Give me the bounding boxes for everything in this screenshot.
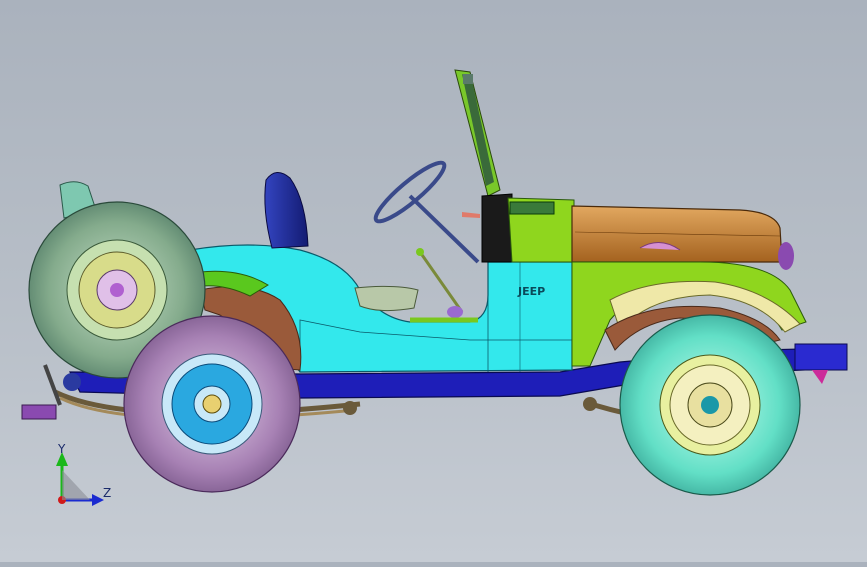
rear-wheel[interactable]: [123, 315, 301, 493]
jeep-assembly-model[interactable]: JEEP: [0, 0, 867, 562]
cowl-section[interactable]: [462, 193, 575, 263]
windshield-frame[interactable]: [454, 69, 501, 197]
axis-y-label: Y: [58, 442, 66, 456]
hood[interactable]: [571, 205, 794, 270]
coordinate-triad: [56, 452, 104, 506]
front-wheel[interactable]: [619, 314, 801, 496]
axis-z-label: Z: [103, 486, 112, 500]
cad-graphics-viewport[interactable]: JEEP: [0, 0, 867, 562]
jeep-badge: JEEP: [517, 285, 545, 298]
